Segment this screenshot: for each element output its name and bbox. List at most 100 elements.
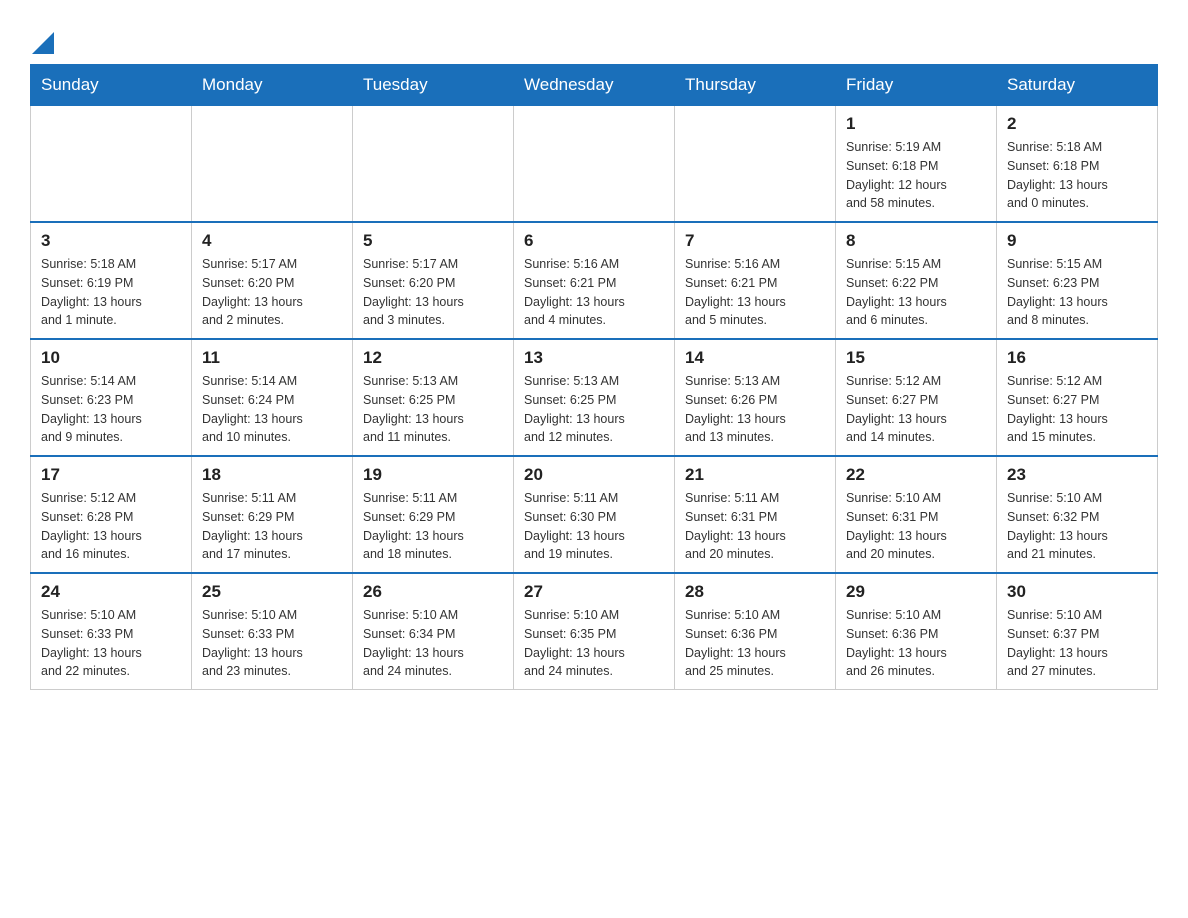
day-info: Sunrise: 5:13 AM Sunset: 6:25 PM Dayligh… [363, 372, 503, 447]
calendar-cell: 2 Sunrise: 5:18 AM Sunset: 6:18 PM Daylig… [997, 106, 1158, 223]
day-number: 30 [1007, 582, 1147, 602]
day-number: 24 [41, 582, 181, 602]
calendar-cell: 29 Sunrise: 5:10 AM Sunset: 6:36 PM Dayli… [836, 573, 997, 690]
day-info: Sunrise: 5:11 AM Sunset: 6:29 PM Dayligh… [363, 489, 503, 564]
calendar: SundayMondayTuesdayWednesdayThursdayFrid… [30, 64, 1158, 690]
day-info: Sunrise: 5:12 AM Sunset: 6:28 PM Dayligh… [41, 489, 181, 564]
weekday-header-saturday: Saturday [997, 65, 1158, 106]
header [30, 20, 1158, 54]
day-number: 9 [1007, 231, 1147, 251]
day-number: 17 [41, 465, 181, 485]
week-row-2: 3Sunrise: 5:18 AM Sunset: 6:19 PM Daylig… [31, 222, 1158, 339]
day-number: 15 [846, 348, 986, 368]
calendar-cell: 16 Sunrise: 5:12 AM Sunset: 6:27 PM Dayli… [997, 339, 1158, 456]
day-info: Sunrise: 5:18 AM Sunset: 6:19 PM Dayligh… [41, 255, 181, 330]
day-info: Sunrise: 5:10 AM Sunset: 6:36 PM Dayligh… [685, 606, 825, 681]
day-info: Sunrise: 5:17 AM Sunset: 6:20 PM Dayligh… [363, 255, 503, 330]
day-info: Sunrise: 5:17 AM Sunset: 6:20 PM Dayligh… [202, 255, 342, 330]
calendar-cell: 6Sunrise: 5:16 AM Sunset: 6:21 PM Daylig… [514, 222, 675, 339]
day-info: Sunrise: 5:12 AM Sunset: 6:27 PM Dayligh… [846, 372, 986, 447]
calendar-cell: 28 Sunrise: 5:10 AM Sunset: 6:36 PM Dayli… [675, 573, 836, 690]
day-number: 21 [685, 465, 825, 485]
day-number: 13 [524, 348, 664, 368]
calendar-cell: 30 Sunrise: 5:10 AM Sunset: 6:37 PM Dayli… [997, 573, 1158, 690]
day-number: 27 [524, 582, 664, 602]
day-number: 29 [846, 582, 986, 602]
weekday-header-thursday: Thursday [675, 65, 836, 106]
day-number: 20 [524, 465, 664, 485]
calendar-cell [675, 106, 836, 223]
day-number: 5 [363, 231, 503, 251]
calendar-cell: 15 Sunrise: 5:12 AM Sunset: 6:27 PM Dayli… [836, 339, 997, 456]
day-info: Sunrise: 5:13 AM Sunset: 6:25 PM Dayligh… [524, 372, 664, 447]
calendar-cell [353, 106, 514, 223]
calendar-cell: 1 Sunrise: 5:19 AM Sunset: 6:18 PM Daylig… [836, 106, 997, 223]
calendar-cell: 20 Sunrise: 5:11 AM Sunset: 6:30 PM Dayli… [514, 456, 675, 573]
weekday-header-sunday: Sunday [31, 65, 192, 106]
day-number: 22 [846, 465, 986, 485]
day-number: 23 [1007, 465, 1147, 485]
calendar-cell: 24 Sunrise: 5:10 AM Sunset: 6:33 PM Dayli… [31, 573, 192, 690]
day-info: Sunrise: 5:12 AM Sunset: 6:27 PM Dayligh… [1007, 372, 1147, 447]
calendar-cell [192, 106, 353, 223]
calendar-cell: 4 Sunrise: 5:17 AM Sunset: 6:20 PM Daylig… [192, 222, 353, 339]
day-info: Sunrise: 5:10 AM Sunset: 6:33 PM Dayligh… [202, 606, 342, 681]
day-info: Sunrise: 5:10 AM Sunset: 6:33 PM Dayligh… [41, 606, 181, 681]
day-info: Sunrise: 5:18 AM Sunset: 6:18 PM Dayligh… [1007, 138, 1147, 213]
calendar-cell: 3Sunrise: 5:18 AM Sunset: 6:19 PM Daylig… [31, 222, 192, 339]
week-row-1: 1 Sunrise: 5:19 AM Sunset: 6:18 PM Daylig… [31, 106, 1158, 223]
day-info: Sunrise: 5:14 AM Sunset: 6:23 PM Dayligh… [41, 372, 181, 447]
logo-triangle-icon [32, 32, 54, 54]
calendar-cell: 22 Sunrise: 5:10 AM Sunset: 6:31 PM Dayli… [836, 456, 997, 573]
weekday-header-monday: Monday [192, 65, 353, 106]
calendar-cell: 5 Sunrise: 5:17 AM Sunset: 6:20 PM Daylig… [353, 222, 514, 339]
weekday-header-friday: Friday [836, 65, 997, 106]
day-number: 14 [685, 348, 825, 368]
calendar-cell: 10 Sunrise: 5:14 AM Sunset: 6:23 PM Dayli… [31, 339, 192, 456]
day-info: Sunrise: 5:10 AM Sunset: 6:31 PM Dayligh… [846, 489, 986, 564]
day-info: Sunrise: 5:15 AM Sunset: 6:23 PM Dayligh… [1007, 255, 1147, 330]
calendar-cell: 25 Sunrise: 5:10 AM Sunset: 6:33 PM Dayli… [192, 573, 353, 690]
week-row-5: 24 Sunrise: 5:10 AM Sunset: 6:33 PM Dayli… [31, 573, 1158, 690]
calendar-cell: 9 Sunrise: 5:15 AM Sunset: 6:23 PM Daylig… [997, 222, 1158, 339]
day-number: 1 [846, 114, 986, 134]
day-number: 26 [363, 582, 503, 602]
weekday-header-wednesday: Wednesday [514, 65, 675, 106]
day-number: 4 [202, 231, 342, 251]
day-info: Sunrise: 5:16 AM Sunset: 6:21 PM Dayligh… [685, 255, 825, 330]
day-info: Sunrise: 5:14 AM Sunset: 6:24 PM Dayligh… [202, 372, 342, 447]
day-number: 25 [202, 582, 342, 602]
week-row-4: 17 Sunrise: 5:12 AM Sunset: 6:28 PM Dayli… [31, 456, 1158, 573]
calendar-cell: 23Sunrise: 5:10 AM Sunset: 6:32 PM Dayli… [997, 456, 1158, 573]
day-info: Sunrise: 5:10 AM Sunset: 6:37 PM Dayligh… [1007, 606, 1147, 681]
day-number: 2 [1007, 114, 1147, 134]
day-info: Sunrise: 5:10 AM Sunset: 6:36 PM Dayligh… [846, 606, 986, 681]
day-number: 8 [846, 231, 986, 251]
day-number: 28 [685, 582, 825, 602]
weekday-header-tuesday: Tuesday [353, 65, 514, 106]
calendar-cell: 18Sunrise: 5:11 AM Sunset: 6:29 PM Dayli… [192, 456, 353, 573]
day-info: Sunrise: 5:10 AM Sunset: 6:35 PM Dayligh… [524, 606, 664, 681]
calendar-cell: 12 Sunrise: 5:13 AM Sunset: 6:25 PM Dayli… [353, 339, 514, 456]
calendar-cell: 17 Sunrise: 5:12 AM Sunset: 6:28 PM Dayli… [31, 456, 192, 573]
calendar-cell: 14Sunrise: 5:13 AM Sunset: 6:26 PM Dayli… [675, 339, 836, 456]
calendar-cell: 8Sunrise: 5:15 AM Sunset: 6:22 PM Daylig… [836, 222, 997, 339]
weekday-header-row: SundayMondayTuesdayWednesdayThursdayFrid… [31, 65, 1158, 106]
calendar-cell: 13 Sunrise: 5:13 AM Sunset: 6:25 PM Dayli… [514, 339, 675, 456]
calendar-cell: 7 Sunrise: 5:16 AM Sunset: 6:21 PM Daylig… [675, 222, 836, 339]
calendar-cell: 19Sunrise: 5:11 AM Sunset: 6:29 PM Dayli… [353, 456, 514, 573]
day-number: 10 [41, 348, 181, 368]
calendar-cell: 11Sunrise: 5:14 AM Sunset: 6:24 PM Dayli… [192, 339, 353, 456]
calendar-cell: 21 Sunrise: 5:11 AM Sunset: 6:31 PM Dayli… [675, 456, 836, 573]
day-number: 16 [1007, 348, 1147, 368]
week-row-3: 10 Sunrise: 5:14 AM Sunset: 6:23 PM Dayli… [31, 339, 1158, 456]
day-info: Sunrise: 5:11 AM Sunset: 6:30 PM Dayligh… [524, 489, 664, 564]
calendar-cell [31, 106, 192, 223]
logo [30, 30, 54, 54]
day-info: Sunrise: 5:10 AM Sunset: 6:34 PM Dayligh… [363, 606, 503, 681]
day-info: Sunrise: 5:19 AM Sunset: 6:18 PM Dayligh… [846, 138, 986, 213]
day-info: Sunrise: 5:11 AM Sunset: 6:31 PM Dayligh… [685, 489, 825, 564]
day-number: 7 [685, 231, 825, 251]
day-info: Sunrise: 5:16 AM Sunset: 6:21 PM Dayligh… [524, 255, 664, 330]
day-number: 12 [363, 348, 503, 368]
